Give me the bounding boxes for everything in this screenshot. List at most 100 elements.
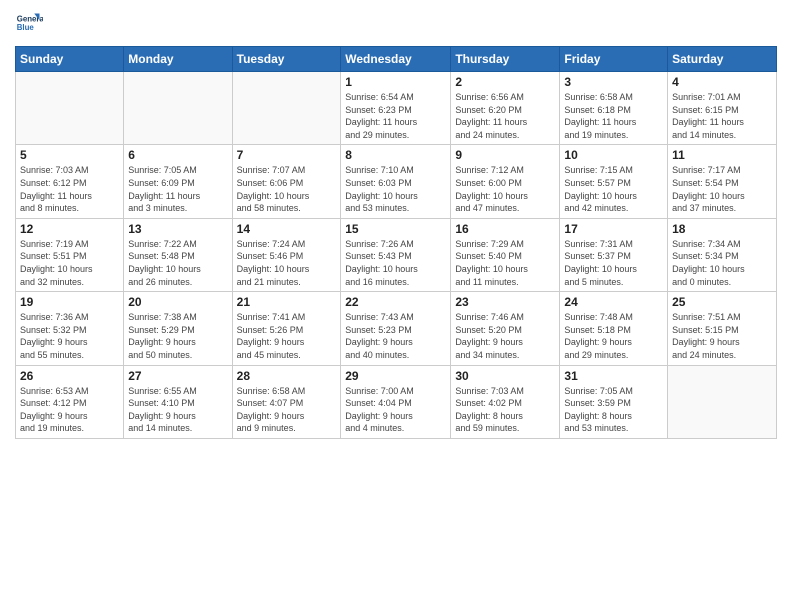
calendar-cell: 12 Sunrise: 7:19 AM Sunset: 5:51 PM Dayli…: [16, 218, 124, 291]
calendar-cell: 27Sunrise: 6:55 AM Sunset: 4:10 PM Dayli…: [124, 365, 232, 438]
calendar-week-row: 12 Sunrise: 7:19 AM Sunset: 5:51 PM Dayli…: [16, 218, 777, 291]
calendar-cell: 20 Sunrise: 7:38 AM Sunset: 5:29 PM Dayli…: [124, 292, 232, 365]
calendar-week-row: 1 Sunrise: 6:54 AM Sunset: 6:23 PM Daylig…: [16, 72, 777, 145]
day-number: 8: [345, 148, 446, 162]
day-number: 12: [20, 222, 119, 236]
calendar-cell: 22 Sunrise: 7:43 AM Sunset: 5:23 PM Dayli…: [341, 292, 451, 365]
calendar-cell: [232, 72, 341, 145]
calendar-cell: 31Sunrise: 7:05 AM Sunset: 3:59 PM Dayli…: [560, 365, 668, 438]
day-info: Sunrise: 7:00 AM Sunset: 4:04 PM Dayligh…: [345, 385, 446, 435]
day-number: 6: [128, 148, 227, 162]
day-info: Sunrise: 7:22 AM Sunset: 5:48 PM Dayligh…: [128, 238, 227, 288]
day-number: 26: [20, 369, 119, 383]
day-number: 4: [672, 75, 772, 89]
day-number: 3: [564, 75, 663, 89]
day-number: 10: [564, 148, 663, 162]
day-number: 13: [128, 222, 227, 236]
day-number: 25: [672, 295, 772, 309]
day-number: 15: [345, 222, 446, 236]
calendar-table: SundayMondayTuesdayWednesdayThursdayFrid…: [15, 46, 777, 439]
day-number: 21: [237, 295, 337, 309]
calendar-cell: 11 Sunrise: 7:17 AM Sunset: 5:54 PM Dayli…: [668, 145, 777, 218]
day-number: 20: [128, 295, 227, 309]
day-number: 18: [672, 222, 772, 236]
calendar-cell: 30Sunrise: 7:03 AM Sunset: 4:02 PM Dayli…: [451, 365, 560, 438]
calendar-week-row: 5 Sunrise: 7:03 AM Sunset: 6:12 PM Daylig…: [16, 145, 777, 218]
day-number: 23: [455, 295, 555, 309]
day-number: 11: [672, 148, 772, 162]
calendar-cell: 15 Sunrise: 7:26 AM Sunset: 5:43 PM Dayli…: [341, 218, 451, 291]
day-info: Sunrise: 6:54 AM Sunset: 6:23 PM Dayligh…: [345, 91, 446, 141]
day-info: Sunrise: 7:29 AM Sunset: 5:40 PM Dayligh…: [455, 238, 555, 288]
day-number: 1: [345, 75, 446, 89]
header: GeneralBlue: [15, 10, 777, 38]
calendar-cell: 26 Sunrise: 6:53 AM Sunset: 4:12 PM Dayli…: [16, 365, 124, 438]
calendar-cell: 10 Sunrise: 7:15 AM Sunset: 5:57 PM Dayli…: [560, 145, 668, 218]
weekday-header-monday: Monday: [124, 47, 232, 72]
calendar-cell: 1 Sunrise: 6:54 AM Sunset: 6:23 PM Daylig…: [341, 72, 451, 145]
day-info: Sunrise: 7:31 AM Sunset: 5:37 PM Dayligh…: [564, 238, 663, 288]
weekday-header-sunday: Sunday: [16, 47, 124, 72]
calendar-cell: 24Sunrise: 7:48 AM Sunset: 5:18 PM Dayli…: [560, 292, 668, 365]
calendar-cell: 8 Sunrise: 7:10 AM Sunset: 6:03 PM Daylig…: [341, 145, 451, 218]
calendar-cell: 25 Sunrise: 7:51 AM Sunset: 5:15 PM Dayli…: [668, 292, 777, 365]
day-info: Sunrise: 6:58 AM Sunset: 6:18 PM Dayligh…: [564, 91, 663, 141]
calendar-cell: 18 Sunrise: 7:34 AM Sunset: 5:34 PM Dayli…: [668, 218, 777, 291]
day-number: 5: [20, 148, 119, 162]
weekday-header-friday: Friday: [560, 47, 668, 72]
day-info: Sunrise: 7:43 AM Sunset: 5:23 PM Dayligh…: [345, 311, 446, 361]
day-info: Sunrise: 7:36 AM Sunset: 5:32 PM Dayligh…: [20, 311, 119, 361]
day-info: Sunrise: 6:53 AM Sunset: 4:12 PM Dayligh…: [20, 385, 119, 435]
weekday-header-wednesday: Wednesday: [341, 47, 451, 72]
weekday-header-saturday: Saturday: [668, 47, 777, 72]
calendar-cell: 3 Sunrise: 6:58 AM Sunset: 6:18 PM Daylig…: [560, 72, 668, 145]
day-info: Sunrise: 7:07 AM Sunset: 6:06 PM Dayligh…: [237, 164, 337, 214]
calendar-cell: [668, 365, 777, 438]
day-info: Sunrise: 7:05 AM Sunset: 3:59 PM Dayligh…: [564, 385, 663, 435]
logo: GeneralBlue: [15, 10, 43, 38]
calendar-cell: 13 Sunrise: 7:22 AM Sunset: 5:48 PM Dayli…: [124, 218, 232, 291]
day-info: Sunrise: 7:01 AM Sunset: 6:15 PM Dayligh…: [672, 91, 772, 141]
calendar-cell: 7 Sunrise: 7:07 AM Sunset: 6:06 PM Daylig…: [232, 145, 341, 218]
day-info: Sunrise: 7:26 AM Sunset: 5:43 PM Dayligh…: [345, 238, 446, 288]
calendar-cell: 21Sunrise: 7:41 AM Sunset: 5:26 PM Dayli…: [232, 292, 341, 365]
calendar-cell: 28 Sunrise: 6:58 AM Sunset: 4:07 PM Dayli…: [232, 365, 341, 438]
calendar-cell: 17 Sunrise: 7:31 AM Sunset: 5:37 PM Dayli…: [560, 218, 668, 291]
day-info: Sunrise: 7:51 AM Sunset: 5:15 PM Dayligh…: [672, 311, 772, 361]
calendar-cell: 9 Sunrise: 7:12 AM Sunset: 6:00 PM Daylig…: [451, 145, 560, 218]
day-number: 19: [20, 295, 119, 309]
calendar-cell: 19 Sunrise: 7:36 AM Sunset: 5:32 PM Dayli…: [16, 292, 124, 365]
day-number: 22: [345, 295, 446, 309]
day-info: Sunrise: 6:56 AM Sunset: 6:20 PM Dayligh…: [455, 91, 555, 141]
day-number: 9: [455, 148, 555, 162]
day-info: Sunrise: 7:46 AM Sunset: 5:20 PM Dayligh…: [455, 311, 555, 361]
calendar-cell: 16 Sunrise: 7:29 AM Sunset: 5:40 PM Dayli…: [451, 218, 560, 291]
day-number: 29: [345, 369, 446, 383]
day-number: 24: [564, 295, 663, 309]
day-info: Sunrise: 7:12 AM Sunset: 6:00 PM Dayligh…: [455, 164, 555, 214]
weekday-header-tuesday: Tuesday: [232, 47, 341, 72]
day-info: Sunrise: 7:34 AM Sunset: 5:34 PM Dayligh…: [672, 238, 772, 288]
day-info: Sunrise: 7:15 AM Sunset: 5:57 PM Dayligh…: [564, 164, 663, 214]
day-number: 16: [455, 222, 555, 236]
day-number: 30: [455, 369, 555, 383]
day-info: Sunrise: 6:55 AM Sunset: 4:10 PM Dayligh…: [128, 385, 227, 435]
day-info: Sunrise: 7:03 AM Sunset: 6:12 PM Dayligh…: [20, 164, 119, 214]
weekday-header-thursday: Thursday: [451, 47, 560, 72]
calendar-cell: 29 Sunrise: 7:00 AM Sunset: 4:04 PM Dayli…: [341, 365, 451, 438]
calendar-cell: 5 Sunrise: 7:03 AM Sunset: 6:12 PM Daylig…: [16, 145, 124, 218]
day-info: Sunrise: 7:17 AM Sunset: 5:54 PM Dayligh…: [672, 164, 772, 214]
day-number: 14: [237, 222, 337, 236]
calendar-cell: 2Sunrise: 6:56 AM Sunset: 6:20 PM Daylig…: [451, 72, 560, 145]
calendar-cell: 14 Sunrise: 7:24 AM Sunset: 5:46 PM Dayli…: [232, 218, 341, 291]
day-number: 7: [237, 148, 337, 162]
day-info: Sunrise: 7:24 AM Sunset: 5:46 PM Dayligh…: [237, 238, 337, 288]
day-info: Sunrise: 7:19 AM Sunset: 5:51 PM Dayligh…: [20, 238, 119, 288]
day-info: Sunrise: 7:10 AM Sunset: 6:03 PM Dayligh…: [345, 164, 446, 214]
calendar-cell: [16, 72, 124, 145]
day-info: Sunrise: 7:38 AM Sunset: 5:29 PM Dayligh…: [128, 311, 227, 361]
day-number: 17: [564, 222, 663, 236]
day-number: 28: [237, 369, 337, 383]
day-info: Sunrise: 6:58 AM Sunset: 4:07 PM Dayligh…: [237, 385, 337, 435]
weekday-header-row: SundayMondayTuesdayWednesdayThursdayFrid…: [16, 47, 777, 72]
